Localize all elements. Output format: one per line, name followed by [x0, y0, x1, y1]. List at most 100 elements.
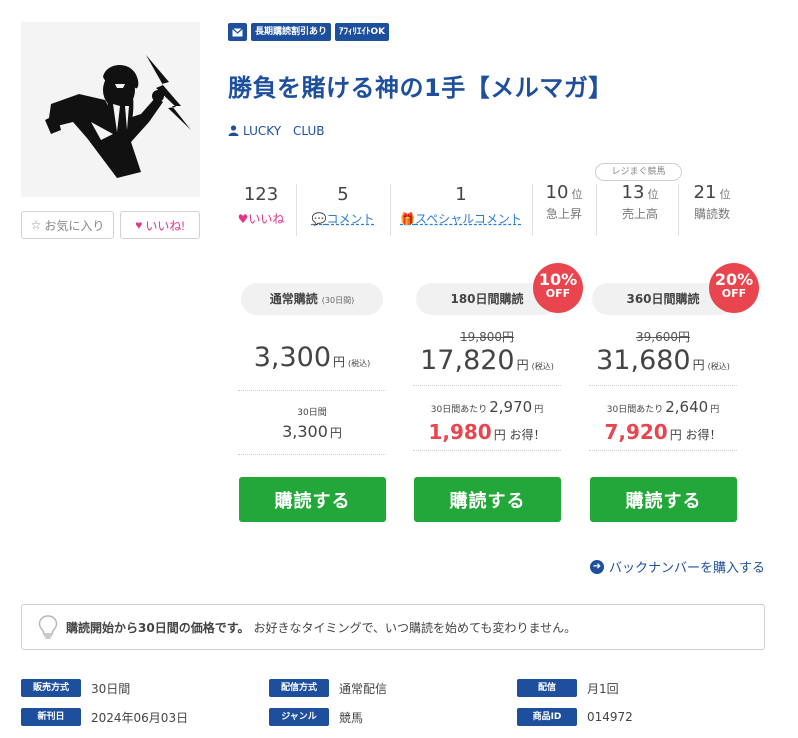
divider [532, 184, 533, 236]
divider [589, 450, 737, 451]
meta-key: 配信方式 [269, 679, 329, 697]
like-button[interactable]: ♥ いいね! [120, 211, 200, 239]
notice-bold: 購読開始から30日間の価格です。 [66, 620, 250, 635]
price-value: 3,300 [253, 342, 332, 373]
stat-comments[interactable]: 5 💬コメント [298, 182, 388, 238]
price-unit: 円 [692, 358, 705, 372]
stat-special-comments[interactable]: 1 🎁スペシャルコメント [392, 182, 530, 238]
likes-count: 123 [243, 184, 279, 205]
save-text: お得！ [509, 428, 546, 442]
divider [296, 184, 297, 236]
price-tax: (税込) [531, 362, 554, 371]
mail-icon [232, 27, 243, 36]
price-tax: (税込) [707, 362, 730, 371]
meta-delivery-frequency: 配信 月1回 [517, 679, 619, 697]
divider [678, 184, 679, 236]
meta-sales-method: 販売方式 30日間 [21, 679, 130, 697]
stat-likes[interactable]: 123 ♥いいね [228, 182, 294, 238]
plan-price: 31,680 円 (税込) [589, 345, 737, 376]
comment-icon: 💬 [311, 212, 327, 226]
heart-icon: ♥ [237, 212, 249, 226]
per-value: 3,300 [282, 422, 328, 441]
discount-pct: 20% [714, 270, 754, 289]
rank-trending: 10 位 急上昇 [534, 182, 594, 238]
meta-key: 販売方式 [21, 679, 81, 697]
comments-label: コメント [326, 212, 375, 226]
per-price: 30日間あたり 2,970 円 [413, 398, 561, 416]
meta-key: ジャンル [269, 708, 329, 726]
buy-button-normal[interactable]: 購読する [239, 477, 386, 522]
user-icon [228, 125, 239, 136]
rank-unit: 位 [571, 188, 583, 201]
meta-key: 新刊日 [21, 708, 81, 726]
save-text: お得！ [685, 428, 722, 442]
buy-button-180[interactable]: 購読する [414, 477, 561, 522]
meta-value: 30日間 [91, 681, 131, 696]
per-prefix: 30日間あたり [430, 405, 488, 415]
gift-icon: 🎁 [400, 212, 416, 226]
per-price: 3,300 円 [238, 422, 386, 441]
plan-normal: 通常購読 (30日間) 3,300 円 (税込) 30日間 3,300 円 [238, 283, 386, 455]
page-title: 勝負を賭ける神の1手【メルマガ】 [228, 74, 613, 102]
divider [596, 184, 597, 236]
favorite-label: お気に入り [44, 218, 105, 233]
rank-subscribers: 21 位 購読数 [680, 182, 744, 238]
save-value: 7,920 [604, 420, 668, 444]
discount-pct: 10% [538, 270, 578, 289]
buy-button-360[interactable]: 購読する [590, 477, 737, 522]
per-value: 2,640 [665, 398, 709, 416]
save-unit: 円 [493, 428, 506, 442]
meta-key: 商品ID [517, 708, 577, 726]
like-label: いいね! [145, 218, 185, 233]
rank-label: 購読数 [693, 207, 730, 221]
savings: 7,920 円 お得！ [589, 420, 737, 444]
notice-text: お好きなタイミングで、いつ購読を始めても変わりません。 [253, 620, 577, 635]
per-label: 30日間 [297, 408, 327, 418]
favorite-button[interactable]: ☆ お気に入り [21, 211, 114, 239]
author-name: LUCKY CLUB [243, 124, 325, 138]
divider [238, 390, 386, 391]
plan-sub: (30日間) [321, 296, 355, 305]
plan-360: 360日間購読 20% OFF 39,600円 31,680 円 (税込) 30日間あ… [589, 263, 759, 451]
tag-mail [228, 23, 247, 41]
discount-off: OFF [545, 287, 571, 300]
meta-value: 通常配信 [339, 681, 388, 696]
meta-value: 2024年06月03日 [91, 710, 189, 725]
tag-list: 長期購読割引あり ｱﾌｨﾘｴｲﾄOK [228, 23, 390, 41]
likes-label: いいね [248, 212, 285, 226]
lightbulb-icon [38, 615, 58, 639]
zeus-illustration [21, 22, 200, 197]
meta-value: 014972 [587, 710, 633, 724]
savings: 1,980 円 お得！ [413, 420, 561, 444]
price-value: 17,820 [420, 345, 515, 376]
author-link[interactable]: LUCKY CLUB [228, 122, 325, 139]
special-label: スペシャルコメント [415, 212, 522, 226]
divider [413, 450, 561, 451]
tag-affiliate: ｱﾌｨﾘｴｲﾄOK [335, 23, 390, 41]
rank-unit: 位 [719, 188, 731, 201]
rank-number: 10 [545, 182, 569, 203]
heart-icon: ♥ [135, 218, 143, 232]
divider [390, 184, 391, 236]
star-icon: ☆ [30, 218, 42, 232]
backnumber-link[interactable]: ➜ バックナンバーを購入する [589, 557, 765, 576]
price-unit: 円 [516, 358, 529, 372]
meta-delivery-method: 配信方式 通常配信 [269, 679, 387, 697]
plan-name: 通常購読 [269, 292, 318, 306]
price-unit: 円 [333, 355, 346, 369]
discount-badge: 20% OFF [709, 263, 759, 313]
per-prefix: 30日間あたり [606, 405, 664, 415]
rank-label: 売上高 [621, 207, 658, 221]
per-unit: 円 [534, 405, 544, 415]
rank-number: 13 [621, 182, 645, 203]
meta-product-id: 商品ID 014972 [517, 708, 633, 726]
meta-value: 月1回 [587, 681, 619, 696]
divider [413, 385, 561, 386]
original-price: 39,600円 [636, 330, 690, 344]
meta-release-date: 新刊日 2024年06月03日 [21, 708, 188, 726]
divider [238, 454, 386, 455]
per-value: 2,970 [489, 398, 533, 416]
product-thumbnail [21, 22, 200, 197]
per-price: 30日間あたり 2,640 円 [589, 398, 737, 416]
special-count: 1 [455, 184, 467, 205]
